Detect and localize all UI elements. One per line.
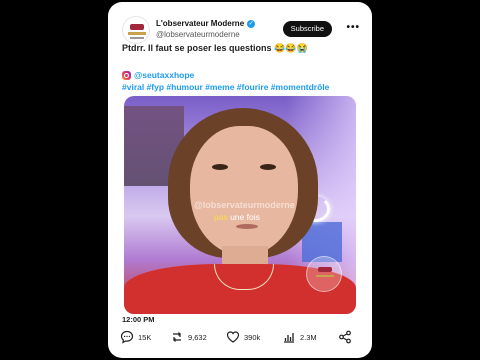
instagram-icon	[122, 70, 131, 80]
repost-button[interactable]: 9,632	[170, 330, 207, 344]
mention-row: @seutaxxhope	[122, 70, 194, 80]
share-icon	[339, 330, 351, 344]
hashtags[interactable]: #viral #fyp #humour #meme #fourire #mome…	[122, 82, 329, 92]
person-mouth	[236, 224, 258, 229]
action-bar: 15K 9,632 390k 2.3M	[120, 330, 362, 350]
heart-icon	[226, 331, 240, 343]
repost-icon	[173, 332, 181, 342]
channel-logo-badge	[306, 256, 342, 292]
video-caption-highlight: pas	[214, 212, 228, 222]
account-name-row: L'observateur Moderne ✓	[156, 19, 256, 28]
repost-count: 9,632	[188, 332, 207, 342]
like-button[interactable]: 390k	[226, 330, 260, 344]
post-header: L'observateur Moderne ✓ @lobservateurmod…	[122, 16, 360, 46]
views-button[interactable]: 2.3M	[282, 330, 317, 344]
post-card: L'observateur Moderne ✓ @lobservateurmod…	[108, 2, 372, 358]
post-time: 12:00 PM	[122, 315, 155, 324]
person-eye-left	[212, 164, 228, 170]
account-name[interactable]: L'observateur Moderne	[156, 19, 244, 28]
comment-icon	[120, 330, 134, 344]
account-handle[interactable]: @lobservateurmoderne	[156, 30, 240, 39]
comment-button[interactable]: 15K	[120, 330, 151, 344]
subscribe-button[interactable]: Subscribe	[282, 21, 332, 37]
video-player[interactable]: @lobservateurmoderne pas une fois	[124, 96, 356, 314]
views-chart-icon	[284, 333, 294, 343]
verified-badge-icon: ✓	[247, 19, 256, 28]
like-count: 390k	[244, 332, 261, 342]
mention-link[interactable]: @seutaxxhope	[134, 70, 194, 80]
post-text: Ptdrr. Il faut se poser les questions 😂😂…	[122, 43, 308, 53]
account-avatar[interactable]	[122, 16, 150, 44]
share-button[interactable]	[338, 330, 352, 344]
video-caption-rest: une fois	[227, 212, 260, 222]
comment-count: 15K	[138, 332, 152, 342]
video-caption: pas une fois	[214, 212, 260, 222]
views-count: 2.3M	[300, 332, 317, 342]
video-watermark: @lobservateurmoderne	[194, 200, 295, 210]
person-eye-right	[260, 164, 276, 170]
more-options-icon[interactable]: •••	[346, 22, 360, 33]
person-face	[190, 126, 298, 256]
